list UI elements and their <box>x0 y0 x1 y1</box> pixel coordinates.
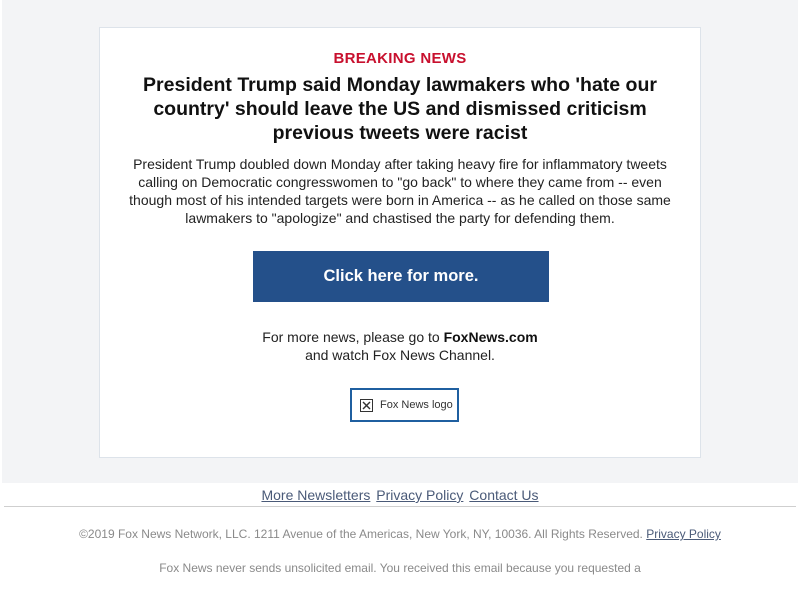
footer-divider <box>4 506 796 507</box>
copyright-line: ©2019 Fox News Network, LLC. 1211 Avenue… <box>0 527 800 541</box>
logo-alt-text: Fox News logo <box>380 399 453 411</box>
footer-links: More Newsletters Privacy Policy Contact … <box>0 487 800 503</box>
fox-news-logo-link[interactable]: Fox News logo <box>350 388 459 422</box>
click-here-button[interactable]: Click here for more. <box>253 251 549 302</box>
copyright-privacy-policy-link[interactable]: Privacy Policy <box>646 527 721 541</box>
breaking-news-kicker: BREAKING NEWS <box>333 50 467 67</box>
headline: President Trump said Monday lawmakers wh… <box>143 74 657 144</box>
breaking-news-card: BREAKING NEWS President Trump said Monda… <box>99 27 701 458</box>
foxnews-link[interactable]: FoxNews.com <box>444 329 538 345</box>
copyright-text: ©2019 Fox News Network, LLC. 1211 Avenue… <box>79 527 643 541</box>
more-news-text: For more news, please go to FoxNews.com … <box>100 328 700 364</box>
contact-us-link[interactable]: Contact Us <box>469 487 538 503</box>
story-summary: President Trump doubled down Monday afte… <box>129 156 671 226</box>
disclaimer-text: Fox News never sends unsolicited email. … <box>159 561 641 575</box>
more-newsletters-link[interactable]: More Newsletters <box>261 487 370 503</box>
broken-image-icon <box>360 398 373 412</box>
more-news-suffix: and watch Fox News Channel. <box>305 347 495 363</box>
more-news-prefix: For more news, please go to <box>262 329 444 345</box>
privacy-policy-link[interactable]: Privacy Policy <box>376 487 463 503</box>
